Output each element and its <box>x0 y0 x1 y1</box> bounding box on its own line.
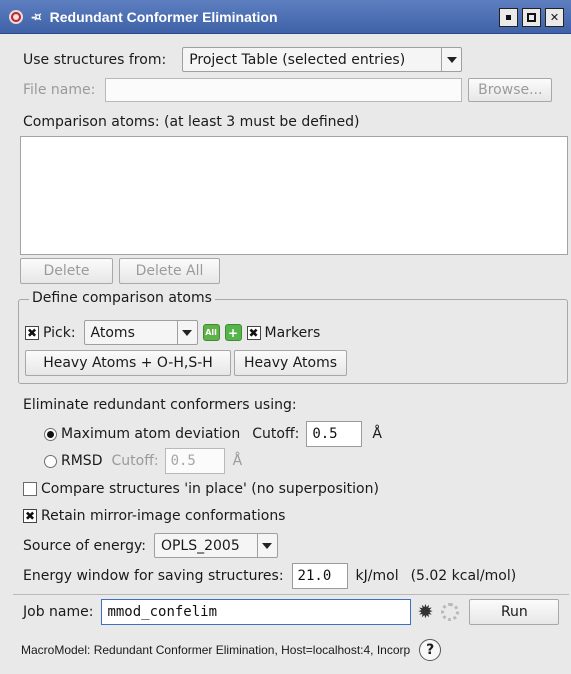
heavy-atoms-oh-sh-button[interactable]: Heavy Atoms + O-H,S-H <box>25 350 231 376</box>
pick-checkbox[interactable]: ✖ <box>25 325 39 340</box>
pin-icon[interactable]: -¤ <box>31 10 42 24</box>
source-label: Use structures from: <box>23 51 167 68</box>
markers-checkbox[interactable]: ✖ <box>246 325 261 340</box>
in-place-checkbox[interactable] <box>23 482 37 496</box>
window-title: Redundant Conformer Elimination <box>49 8 278 25</box>
max-deviation-cutoff-input[interactable] <box>306 421 363 447</box>
energy-window-label: Energy window for saving structures: <box>23 568 284 584</box>
file-row: File name: Browse... <box>23 78 553 102</box>
energy-source-row: Source of energy: OPLS_2005 <box>23 533 278 558</box>
rmsd-cutoff-label: Cutoff: <box>111 453 159 469</box>
delete-button[interactable]: Delete <box>20 258 113 284</box>
in-place-label: Compare structures 'in place' (no superp… <box>41 481 379 497</box>
pick-label: Pick: <box>43 324 76 341</box>
pick-selected-value: Atoms <box>90 324 135 341</box>
progress-spinner-icon <box>441 603 460 621</box>
max-deviation-cutoff-label: Cutoff: <box>252 426 300 442</box>
energy-window-kcal: (5.02 kcal/mol) <box>410 568 517 584</box>
energy-window-unit: kJ/mol <box>355 568 399 584</box>
rmsd-label: RMSD <box>61 453 103 469</box>
help-icon[interactable]: ? <box>419 639 442 661</box>
eliminate-row: Eliminate redundant conformers using: <box>23 397 297 413</box>
in-place-row: Compare structures 'in place' (no superp… <box>23 481 379 497</box>
job-name-input[interactable] <box>101 599 412 625</box>
close-button[interactable]: ✕ <box>545 8 564 27</box>
run-button[interactable]: Run <box>469 599 560 625</box>
delete-row: Delete Delete All <box>20 258 220 284</box>
browse-button[interactable]: Browse... <box>468 78 553 102</box>
select-all-icon[interactable]: All <box>202 324 220 341</box>
app-icon[interactable] <box>9 9 23 24</box>
energy-window-input[interactable] <box>291 563 348 589</box>
job-row: Job name: ✹ Run <box>23 599 560 625</box>
comparison-atoms-list[interactable] <box>20 136 568 255</box>
comparison-label-row: Comparison atoms: (at least 3 must be de… <box>23 114 360 130</box>
minimize-button[interactable] <box>499 8 518 27</box>
energy-source-selected: OPLS_2005 <box>160 537 240 554</box>
comparison-atoms-label: Comparison atoms: (at least 3 must be de… <box>23 114 360 130</box>
delete-all-button[interactable]: Delete All <box>119 258 220 284</box>
close-icon: ✕ <box>549 11 560 24</box>
energy-window-row: Energy window for saving structures: kJ/… <box>23 563 516 589</box>
maximize-button[interactable] <box>522 8 541 27</box>
max-deviation-row: Maximum atom deviation Cutoff: Å <box>44 421 382 447</box>
select-all-icon-label: All <box>205 328 217 337</box>
heavy-atoms-row: Heavy Atoms + O-H,S-H Heavy Atoms <box>25 350 347 376</box>
minimize-icon <box>506 15 511 20</box>
job-name-label: Job name: <box>23 604 94 620</box>
rmsd-row: RMSD Cutoff: Å <box>44 448 242 474</box>
chevron-down-icon <box>256 534 277 557</box>
pick-select[interactable]: Atoms <box>83 320 198 345</box>
gear-icon[interactable]: ✹ <box>417 601 433 623</box>
energy-source-select[interactable]: OPLS_2005 <box>153 533 278 558</box>
chevron-down-icon <box>176 321 197 344</box>
add-atoms-icon[interactable]: + <box>224 324 242 341</box>
status-bar: MacroModel: Redundant Conformer Eliminat… <box>0 636 571 664</box>
pick-row: ✖ Pick: Atoms All + ✖ Markers <box>25 320 320 345</box>
rmsd-radio[interactable] <box>44 454 57 468</box>
chevron-down-icon <box>441 48 461 71</box>
source-row: Use structures from: Project Table (sele… <box>23 47 463 72</box>
rmsd-cutoff-input[interactable] <box>164 448 225 474</box>
rmsd-angstrom-unit: Å <box>232 453 243 469</box>
source-select[interactable]: Project Table (selected entries) <box>182 47 463 72</box>
mirror-checkbox[interactable]: ✖ <box>23 509 37 523</box>
separator <box>13 594 569 595</box>
max-deviation-label: Maximum atom deviation <box>61 426 241 442</box>
mirror-row: ✖ Retain mirror-image conformations <box>23 508 285 524</box>
define-atoms-legend: Define comparison atoms <box>29 290 215 306</box>
title-bar: -¤ Redundant Conformer Elimination ✕ <box>0 0 571 34</box>
source-selected-value: Project Table (selected entries) <box>189 51 406 68</box>
eliminate-label: Eliminate redundant conformers using: <box>23 397 297 413</box>
heavy-atoms-button[interactable]: Heavy Atoms <box>234 350 347 376</box>
status-text: MacroModel: Redundant Conformer Eliminat… <box>21 643 411 657</box>
mirror-label: Retain mirror-image conformations <box>41 508 286 524</box>
angstrom-unit: Å <box>372 426 382 442</box>
markers-label: Markers <box>264 324 321 341</box>
file-name-label: File name: <box>23 82 96 98</box>
max-deviation-radio[interactable] <box>44 427 57 441</box>
energy-source-label: Source of energy: <box>23 537 146 554</box>
maximize-icon <box>527 13 536 22</box>
file-name-input[interactable] <box>105 78 463 102</box>
